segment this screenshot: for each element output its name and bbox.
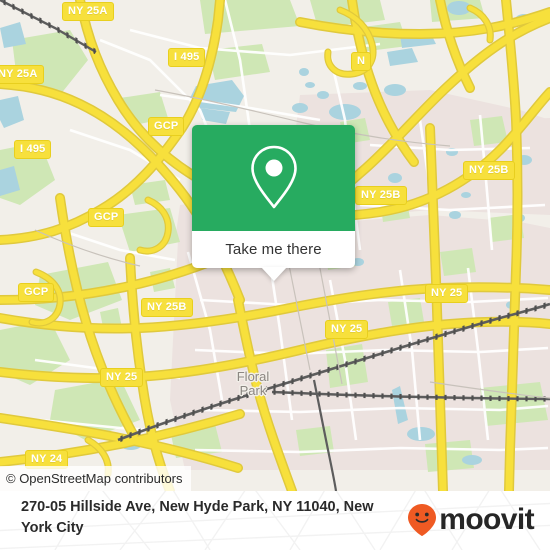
shield-gcp-top: GCP xyxy=(148,117,185,136)
popup-footer[interactable]: Take me there xyxy=(192,231,355,281)
osm-attribution-text: © OpenStreetMap contributors xyxy=(6,471,183,486)
shield-ny-25b-right: NY 25B xyxy=(463,161,515,180)
popup-pointer-tail xyxy=(260,267,287,281)
shield-i495-left: I 495 xyxy=(14,140,52,159)
shield-ny-25b-left: NY 25B xyxy=(141,298,193,317)
shield-ny-25-center: NY 25 xyxy=(325,320,369,339)
bottom-info-bar: 270-05 Hillside Ave, New Hyde Park, NY 1… xyxy=(0,491,550,550)
shield-gcp-lower: GCP xyxy=(18,283,55,302)
shield-gcp-mid: GCP xyxy=(88,208,125,227)
shield-ny-25-left: NY 25 xyxy=(100,368,144,387)
shield-ny-25a-left: NY 25A xyxy=(0,65,44,84)
popup-header xyxy=(192,125,355,231)
destination-popup-card[interactable]: Take me there xyxy=(192,125,355,281)
place-label-line2: Park xyxy=(239,383,267,398)
place-floral-park: Floral Park xyxy=(216,370,290,398)
moovit-wordmark: moovit xyxy=(439,502,534,536)
shield-i495-top: I 495 xyxy=(168,48,206,67)
moovit-logo[interactable]: moovit xyxy=(407,502,535,536)
moovit-map-screenshot: NY 25A NY 25A I 495 I 495 GCP GCP GCP N … xyxy=(0,0,550,550)
map-pin-icon xyxy=(250,145,297,209)
map-canvas[interactable]: NY 25A NY 25A I 495 I 495 GCP GCP GCP N … xyxy=(0,0,550,491)
take-me-there-label: Take me there xyxy=(225,241,322,258)
osm-attribution[interactable]: © OpenStreetMap contributors xyxy=(0,466,191,491)
shield-ny-25-right: NY 25 xyxy=(425,284,469,303)
shield-ny-25a-top: NY 25A xyxy=(62,2,114,21)
moovit-pin-icon xyxy=(408,503,437,536)
place-label-line1: Floral xyxy=(236,369,270,384)
shield-n: N xyxy=(351,52,372,71)
address-label: 270-05 Hillside Ave, New Hyde Park, NY 1… xyxy=(21,499,374,536)
shield-ny-25b-center: NY 25B xyxy=(355,186,407,205)
